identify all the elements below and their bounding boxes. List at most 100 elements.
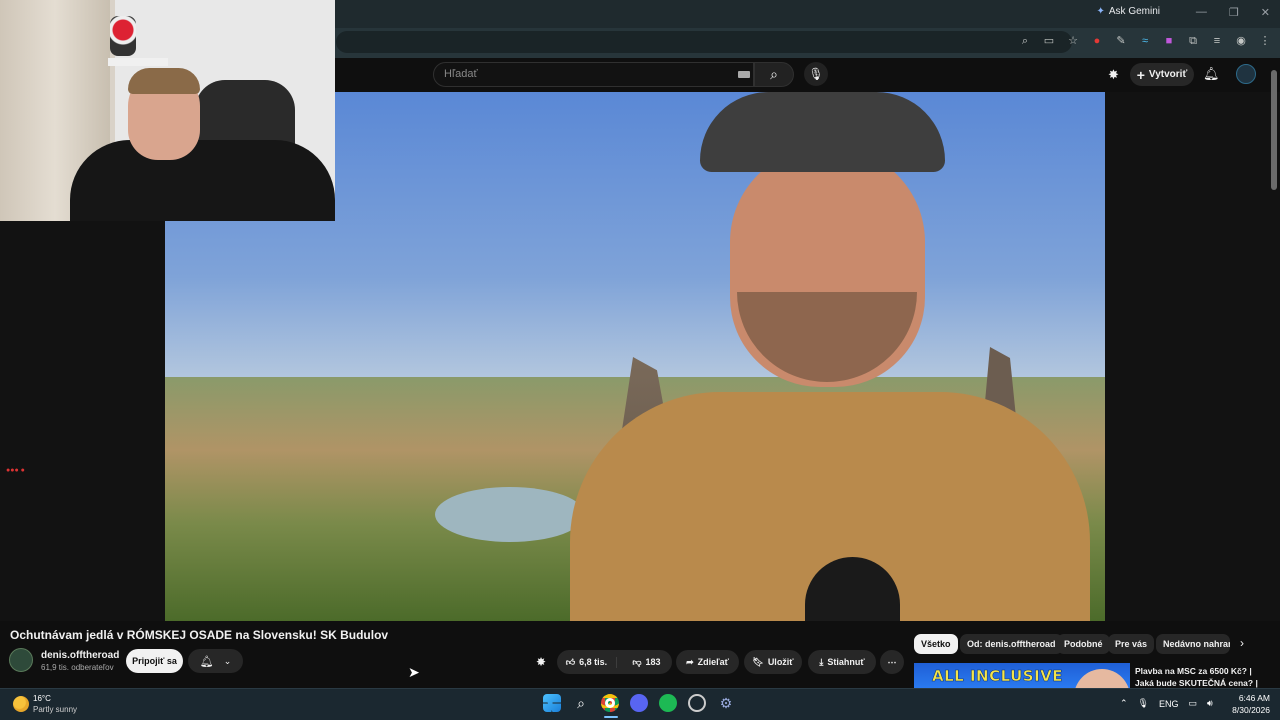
close-window-button[interactable]: ✕ — [1261, 6, 1270, 19]
extensions-puzzle-icon[interactable]: ⧉ — [1186, 34, 1200, 48]
ask-ai-icon[interactable]: ✸ — [536, 655, 546, 669]
create-label: Vytvoriť — [1148, 69, 1188, 80]
media-queue-icon[interactable]: ≡ — [1210, 34, 1224, 48]
clock-time[interactable]: 6:46 AM — [1230, 693, 1270, 703]
plus-icon: + — [1136, 66, 1145, 83]
chevron-right-icon[interactable]: › — [1240, 636, 1244, 650]
chip-similar[interactable]: Podobné — [1057, 634, 1110, 654]
taskbar-search-icon[interactable]: ⌕ — [572, 694, 590, 712]
gemini-sparkle-icon: ✦ — [1096, 6, 1105, 17]
chip-all[interactable]: Všetko — [914, 634, 958, 654]
cast-icon[interactable]: ▭ — [1042, 34, 1056, 48]
create-button[interactable]: + Vytvoriť — [1130, 63, 1194, 86]
voice-search-button[interactable]: 🎙︎ — [804, 62, 828, 86]
search-placeholder: Hľadať — [444, 68, 478, 80]
page-scrollbar[interactable] — [1271, 70, 1277, 190]
spotify-icon[interactable] — [659, 694, 677, 712]
ask-gemini-button[interactable]: ✦ Ask Gemini — [1096, 6, 1160, 17]
steam-icon[interactable]: ⚙ — [717, 694, 735, 712]
more-actions-button[interactable]: ⋯ — [880, 650, 904, 674]
network-icon[interactable]: ▭ — [1189, 698, 1198, 709]
share-button[interactable]: ➦ Zdieľať — [676, 650, 739, 674]
discord-icon[interactable] — [630, 694, 648, 712]
thumbs-up-icon: 👍︎ — [565, 656, 576, 667]
subscription-bell-button[interactable]: 🔔︎ ⌄ — [188, 649, 243, 673]
maximize-button[interactable]: ❐ — [1229, 6, 1239, 19]
save-label: Uložiť — [767, 657, 794, 667]
language-indicator[interactable]: ENG — [1159, 699, 1179, 709]
app-circle-icon[interactable] — [688, 694, 706, 712]
profile-icon[interactable]: ◉ — [1234, 34, 1248, 48]
channel-avatar[interactable] — [9, 648, 33, 672]
extension-red-icon[interactable]: ● — [1090, 34, 1104, 48]
minimize-button[interactable]: — — [1196, 6, 1207, 19]
chrome-icon[interactable] — [601, 694, 619, 712]
bookmark-star-icon[interactable]: ☆ — [1066, 34, 1080, 48]
weather-sun-icon[interactable] — [13, 696, 29, 712]
ellipsis-icon: ⋯ — [887, 656, 897, 667]
microphone-icon: 🎙︎ — [808, 67, 824, 81]
webcam-overlay — [0, 0, 335, 221]
thumbnail-text: ALL INCLUSIVE — [932, 667, 1064, 686]
taskbar-apps: ⌕ ⚙ — [543, 694, 735, 712]
active-app-indicator — [604, 716, 618, 718]
video-title: Ochutnávam jedlá v RÓMSKEJ OSADE na Slov… — [10, 628, 389, 642]
tray-chevron-up-icon[interactable]: ⌃ — [1120, 698, 1128, 709]
search-icon: ⌕ — [770, 66, 778, 82]
recommendation-thumbnail[interactable]: ALL INCLUSIVE — [914, 663, 1130, 688]
dislike-count: 183 — [645, 657, 661, 667]
download-button[interactable]: ⤓ Stiahnuť — [808, 650, 876, 674]
address-bar[interactable] — [336, 31, 1072, 53]
volume-icon[interactable]: 🔊︎ — [1207, 698, 1213, 709]
presenter-beard — [737, 292, 917, 382]
presenter-cap — [700, 92, 945, 172]
bell-icon: 🔔︎ — [199, 655, 214, 668]
like-count: 6,8 tis. — [579, 657, 608, 667]
mouse-cursor-icon: ➤ — [408, 664, 420, 680]
chip-for-you[interactable]: Pre vás — [1108, 634, 1155, 654]
system-tray: ⌃ 🎙︎ ENG ▭ 🔊︎ — [1120, 698, 1213, 709]
ai-sparkle-icon[interactable]: ✸ — [1108, 67, 1119, 83]
streamer-hair — [128, 68, 200, 94]
ask-gemini-label: Ask Gemini — [1108, 6, 1160, 17]
search-input[interactable] — [433, 62, 754, 87]
download-label: Stiahnuť — [827, 657, 865, 667]
chevron-down-icon: ⌄ — [223, 655, 232, 666]
extension-purple-icon[interactable]: ■ — [1162, 34, 1176, 48]
channel-name[interactable]: denis.offtheroad — [41, 650, 119, 661]
overlay-marker: ●●● ● — [6, 467, 25, 474]
share-label: Zdieľať — [697, 657, 729, 667]
chip-from-channel[interactable]: Od: denis.offtheroad — [960, 634, 1063, 654]
like-button[interactable]: 👍︎ 6,8 tis. — [557, 656, 617, 668]
clock-date[interactable]: 8/30/2026 — [1222, 705, 1270, 715]
recommendation-title[interactable]: Plavba na MSC za 6500 Kč? | Jaká bude SK… — [1135, 665, 1270, 689]
right-backdrop — [1105, 92, 1280, 621]
microphone-tray-icon[interactable]: 🎙︎ — [1138, 698, 1149, 709]
bookmark-icon: 🔖︎ — [752, 656, 764, 667]
search-button[interactable]: ⌕ — [754, 62, 794, 87]
join-button[interactable]: Pripojiť sa — [126, 649, 183, 673]
thumbnail-face — [1074, 669, 1130, 688]
extension-blue-icon[interactable]: ≈ — [1138, 34, 1152, 48]
thumbs-down-icon: 👎︎ — [632, 656, 642, 667]
left-backdrop — [0, 221, 165, 621]
dislike-button[interactable]: 👎︎ 183 — [621, 657, 672, 668]
save-button[interactable]: 🔖︎ Uložiť — [744, 650, 802, 674]
zoom-icon[interactable]: ⌕ — [1018, 34, 1032, 48]
notifications-bell-icon[interactable]: 🔔︎ — [1203, 66, 1220, 82]
extension-grey-icon[interactable]: ✎ — [1114, 34, 1128, 48]
weather-description[interactable]: Partly sunny — [33, 705, 77, 714]
landscape-lake — [435, 487, 585, 542]
account-avatar[interactable] — [1236, 64, 1256, 84]
webcam-figure — [110, 16, 136, 56]
browser-menu-icon[interactable]: ⋮ — [1258, 34, 1272, 48]
keyboard-icon[interactable] — [738, 71, 750, 78]
chip-recently-uploaded[interactable]: Nedávno nahrané — [1156, 634, 1230, 654]
download-icon: ⤓ — [819, 656, 824, 667]
windows-start-icon[interactable] — [543, 694, 561, 712]
weather-temperature[interactable]: 16°C — [33, 694, 51, 703]
share-arrow-icon: ➦ — [686, 656, 694, 667]
window-controls: — ❐ ✕ — [1196, 6, 1270, 19]
channel-subscriber-count: 61,9 tis. odberateľov — [41, 663, 114, 672]
browser-toolbar-icons: ⌕ ▭ ☆ ● ✎ ≈ ■ ⧉ ≡ ◉ ⋮ — [1018, 34, 1272, 48]
